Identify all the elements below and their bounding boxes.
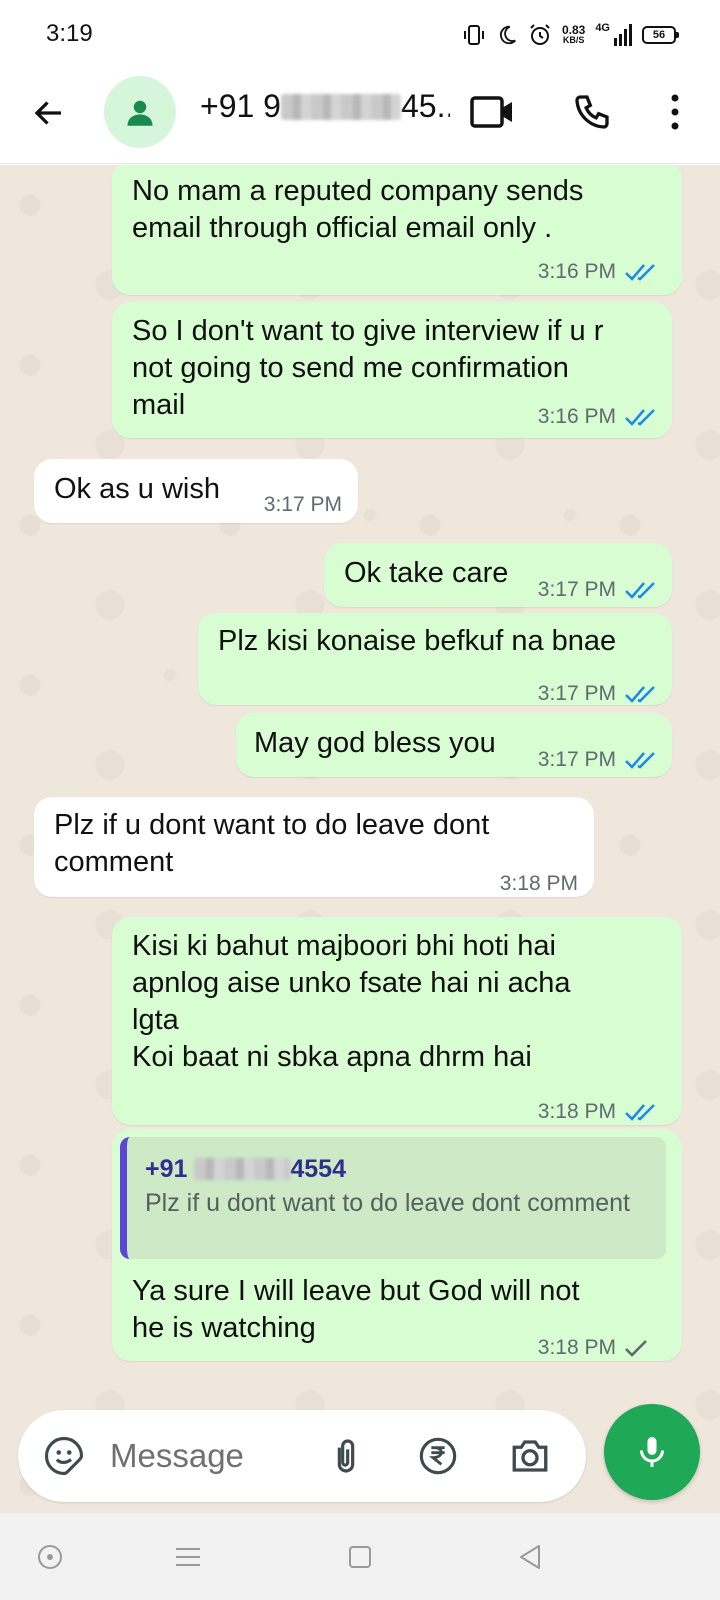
message-time: 3:17 PM bbox=[537, 682, 616, 705]
nav-home-button[interactable] bbox=[340, 1539, 380, 1575]
single-check-icon bbox=[625, 1339, 647, 1357]
alarm-icon bbox=[530, 24, 550, 45]
nav-back-button[interactable] bbox=[510, 1539, 550, 1575]
video-camera-icon bbox=[470, 96, 512, 128]
status-icons: 0.83 KB/S 4G 56 bbox=[462, 20, 679, 50]
circle-dot-icon bbox=[38, 1545, 62, 1569]
message-time: 3:17 PM bbox=[537, 578, 616, 601]
message-meta: 3:17 PM bbox=[264, 486, 342, 523]
message-bubble-outgoing[interactable]: Kisi ki bahut majboori bhi hoti hai apnl… bbox=[112, 917, 682, 1125]
message-text: Ya sure I will leave but God will not he… bbox=[132, 1275, 580, 1344]
message-input[interactable] bbox=[110, 1430, 310, 1482]
message-meta: 3:16 PM bbox=[538, 398, 658, 435]
message-time: 3:18 PM bbox=[537, 1100, 616, 1123]
composer bbox=[0, 1376, 720, 1512]
double-check-icon bbox=[625, 263, 655, 281]
camera-button[interactable] bbox=[506, 1432, 554, 1480]
message-text: No mam a reputed company sends email thr… bbox=[132, 175, 584, 244]
message-time: 3:17 PM bbox=[263, 493, 342, 516]
paperclip-icon bbox=[337, 1439, 355, 1473]
double-check-icon bbox=[625, 1103, 655, 1121]
message-meta: 3:16 PM bbox=[538, 253, 658, 290]
contact-name-prefix: +91 9 bbox=[200, 88, 281, 124]
nav-assistant-button[interactable] bbox=[30, 1539, 70, 1575]
status-time: 3:19 bbox=[46, 20, 93, 47]
square-icon bbox=[349, 1546, 371, 1568]
network-type: 4G bbox=[595, 22, 610, 34]
emoji-button[interactable] bbox=[42, 1434, 86, 1478]
message-text: Plz kisi konaise befkuf na bnae bbox=[218, 625, 617, 657]
signal-icon bbox=[614, 24, 632, 46]
message-time: 3:16 PM bbox=[537, 405, 616, 428]
triangle-back-icon bbox=[520, 1545, 540, 1569]
video-call-button[interactable] bbox=[468, 88, 516, 136]
message-bubble-incoming[interactable]: Ok as u wish 3:17 PM bbox=[34, 459, 358, 523]
more-options-button[interactable] bbox=[660, 88, 690, 136]
message-text: Kisi ki bahut majboori bhi hoti hai apnl… bbox=[132, 930, 571, 1073]
network-speed-value: 0.83 bbox=[561, 23, 586, 37]
double-check-icon bbox=[625, 751, 655, 769]
contact-name[interactable]: +91 9 45... bbox=[200, 88, 450, 125]
quoted-text: Plz if u dont want to do leave dont comm… bbox=[145, 1189, 630, 1217]
moon-icon bbox=[499, 25, 516, 45]
quoted-sender-suffix: 4554 bbox=[290, 1155, 346, 1183]
quoted-message[interactable]: +91 4554 Plz if u dont want to do leave … bbox=[120, 1137, 666, 1259]
voice-call-button[interactable] bbox=[568, 88, 616, 136]
message-bubble-outgoing[interactable]: Ok take care 3:17 PM bbox=[324, 543, 672, 607]
double-check-icon bbox=[625, 685, 655, 703]
vibrate-icon bbox=[463, 25, 484, 45]
message-bubble-outgoing[interactable]: Plz kisi konaise befkuf na bnae 3:17 PM bbox=[198, 613, 672, 705]
system-navigation-bar bbox=[0, 1513, 720, 1600]
message-time: 3:18 PM bbox=[499, 872, 578, 895]
message-bubble-outgoing[interactable]: So I don't want to give interview if u r… bbox=[112, 302, 672, 438]
message-bubble-outgoing[interactable]: May god bless you 3:17 PM bbox=[236, 713, 672, 777]
message-bubble-incoming[interactable]: Plz if u dont want to do leave dont comm… bbox=[34, 797, 594, 897]
status-bar: 3:19 0.83 KB/S 4G 56 bbox=[0, 0, 720, 70]
chat-header: +91 9 45... bbox=[0, 70, 720, 164]
message-meta: 3:17 PM bbox=[538, 571, 658, 608]
menu-icon bbox=[176, 1548, 200, 1566]
redacted-number bbox=[280, 94, 401, 120]
phone-icon bbox=[575, 95, 609, 129]
message-text: So I don't want to give interview if u r… bbox=[132, 315, 604, 421]
arrow-left-icon bbox=[34, 101, 61, 125]
battery-indicator: 56 bbox=[642, 26, 679, 44]
message-meta: 3:17 PM bbox=[538, 675, 658, 712]
message-time: 3:16 PM bbox=[537, 260, 616, 283]
microphone-icon bbox=[640, 1437, 664, 1467]
contact-name-suffix: 45... bbox=[400, 88, 450, 124]
message-text: Ok as u wish bbox=[54, 473, 220, 505]
message-time: 3:18 PM bbox=[537, 1336, 616, 1359]
message-text: Ok take care bbox=[344, 557, 509, 589]
camera-icon bbox=[512, 1440, 548, 1472]
double-check-icon bbox=[625, 581, 655, 599]
message-bubble-outgoing-reply[interactable]: +91 4554 Plz if u dont want to do leave … bbox=[112, 1129, 682, 1361]
quoted-sender-prefix: +91 bbox=[145, 1155, 188, 1183]
voice-message-button[interactable] bbox=[604, 1404, 700, 1500]
message-input-container bbox=[18, 1410, 586, 1502]
quoted-sender: +91 4554 bbox=[145, 1151, 346, 1188]
rupee-icon bbox=[419, 1437, 457, 1475]
double-check-icon bbox=[625, 408, 655, 426]
message-meta: 3:18 PM bbox=[500, 865, 578, 902]
more-vertical-icon bbox=[671, 94, 679, 130]
message-time: 3:17 PM bbox=[537, 748, 616, 771]
attach-button[interactable] bbox=[322, 1432, 370, 1480]
network-speed-unit: KB/S bbox=[562, 35, 585, 45]
back-button[interactable] bbox=[28, 92, 70, 134]
message-meta: 3:17 PM bbox=[538, 741, 658, 778]
nav-recents-button[interactable] bbox=[168, 1539, 208, 1575]
message-text: May god bless you bbox=[254, 727, 496, 759]
avatar[interactable] bbox=[104, 76, 176, 148]
network-speed: 0.83 KB/S bbox=[561, 23, 586, 45]
sticker-icon bbox=[44, 1436, 84, 1476]
chat-area[interactable]: No mam a reputed company sends email thr… bbox=[0, 165, 720, 1513]
person-icon bbox=[127, 100, 153, 126]
message-bubble-outgoing[interactable]: No mam a reputed company sends email thr… bbox=[112, 165, 682, 295]
message-text: Plz if u dont want to do leave dont comm… bbox=[54, 809, 490, 878]
message-meta: 3:18 PM bbox=[538, 1329, 648, 1366]
payment-button[interactable] bbox=[414, 1432, 462, 1480]
redacted-number bbox=[194, 1158, 291, 1180]
message-meta: 3:18 PM bbox=[538, 1093, 658, 1130]
